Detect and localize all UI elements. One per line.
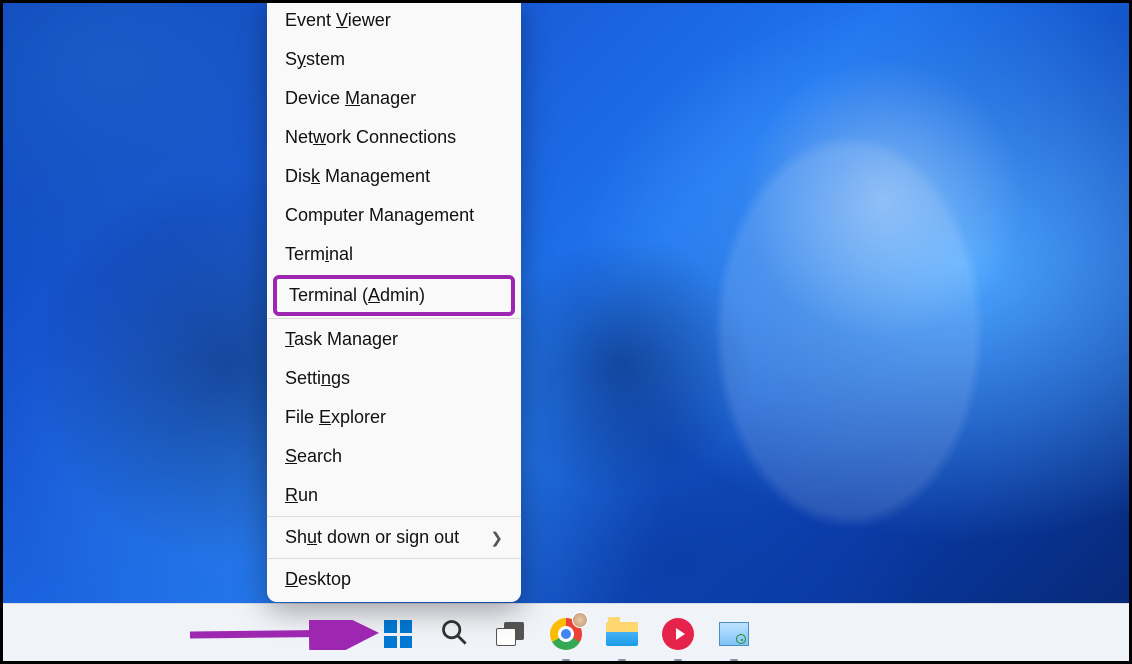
start-button[interactable] xyxy=(380,616,416,652)
running-indicator xyxy=(674,659,682,662)
menu-item-task-manager[interactable]: Task Manager xyxy=(267,321,521,358)
menu-separator xyxy=(267,318,521,319)
menu-separator xyxy=(267,516,521,517)
menu-item-file-explorer[interactable]: File Explorer xyxy=(267,399,521,436)
control-panel-icon xyxy=(719,622,749,646)
profile-avatar-icon xyxy=(572,612,588,628)
taskbar xyxy=(0,603,1132,664)
menu-item-device-manager[interactable]: Device Manager xyxy=(267,80,521,117)
control-panel-app[interactable] xyxy=(716,616,752,652)
menu-item-search[interactable]: Search xyxy=(267,438,521,475)
chrome-icon xyxy=(550,618,582,650)
desktop-wallpaper xyxy=(0,0,1132,664)
chrome-app[interactable] xyxy=(548,616,584,652)
screen-recorder-app[interactable] xyxy=(660,616,696,652)
menu-separator xyxy=(267,558,521,559)
menu-item-desktop[interactable]: Desktop xyxy=(267,561,521,598)
running-indicator xyxy=(562,659,570,662)
task-view-icon xyxy=(496,620,524,648)
chevron-right-icon: ❯ xyxy=(490,529,503,547)
task-view-button[interactable] xyxy=(492,616,528,652)
windows-logo-icon xyxy=(384,620,412,648)
menu-item-terminal-admin[interactable]: Terminal (Admin) xyxy=(273,275,515,316)
play-circle-icon xyxy=(662,618,694,650)
menu-item-disk-management[interactable]: Disk Management xyxy=(267,158,521,195)
menu-item-event-viewer[interactable]: Event Viewer xyxy=(267,2,521,39)
menu-item-system[interactable]: System xyxy=(267,41,521,78)
menu-item-run[interactable]: Run xyxy=(267,477,521,514)
menu-item-shutdown-signout[interactable]: Shut down or sign out ❯ xyxy=(267,519,521,556)
menu-item-computer-management[interactable]: Computer Management xyxy=(267,197,521,234)
winx-power-user-menu: Event Viewer System Device Manager Netwo… xyxy=(267,0,521,602)
search-button[interactable] xyxy=(436,616,472,652)
running-indicator xyxy=(618,659,626,662)
search-icon xyxy=(440,618,468,651)
menu-item-settings[interactable]: Settings xyxy=(267,360,521,397)
menu-item-network-connections[interactable]: Network Connections xyxy=(267,119,521,156)
running-indicator xyxy=(730,659,738,662)
menu-item-terminal[interactable]: Terminal xyxy=(267,236,521,273)
folder-icon xyxy=(606,622,638,646)
file-explorer-app[interactable] xyxy=(604,616,640,652)
